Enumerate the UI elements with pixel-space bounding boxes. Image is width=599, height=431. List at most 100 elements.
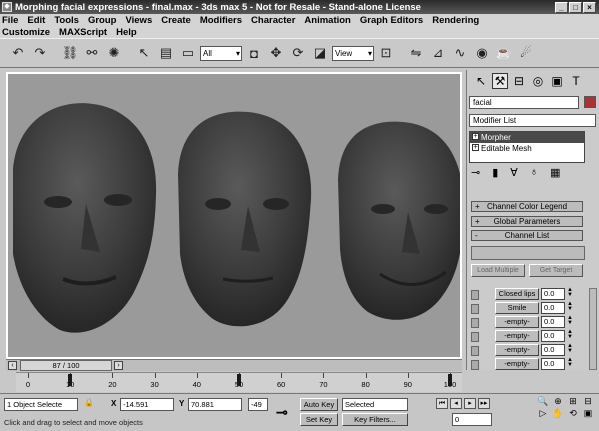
modifier-list-dropdown[interactable]: Modifier List (469, 114, 596, 127)
modifier-stack[interactable]: + Morpher + Editable Mesh (469, 131, 585, 163)
time-slider[interactable]: ‹ 87 / 100 › (6, 359, 462, 371)
channel-value[interactable]: 0.0 (541, 344, 565, 356)
spinner-icon[interactable]: ▲ ▼ (567, 343, 574, 356)
channel-value[interactable]: 0.0 (541, 316, 565, 328)
rollout-global-parameters[interactable]: + Global Parameters (471, 216, 583, 227)
spinner-icon[interactable]: ▲ ▼ (567, 315, 574, 328)
select-object-icon[interactable]: ↖ (134, 43, 154, 63)
zoom-all-icon[interactable]: ⊕ (551, 396, 565, 407)
track-bar[interactable]: 0102030405060708090100 (16, 372, 462, 392)
menu-rendering[interactable]: Rendering (432, 15, 479, 26)
pivot-center-icon[interactable]: ⊡ (376, 43, 396, 63)
select-and-rotate-icon[interactable]: ⟳ (288, 43, 308, 63)
display-tab-icon[interactable]: ▣ (549, 73, 565, 89)
select-and-link-icon[interactable]: ⛓ (60, 43, 80, 63)
select-and-move-icon[interactable]: ✥ (266, 43, 286, 63)
pan-icon[interactable]: ✋ (551, 408, 565, 419)
modify-tab-icon[interactable]: ⚒ (492, 73, 508, 89)
configure-sets-icon[interactable]: ▦ (550, 166, 560, 179)
select-and-scale-icon[interactable]: ◪ (310, 43, 330, 63)
go-to-start-icon[interactable]: ⏮ (436, 398, 448, 409)
pin-stack-icon[interactable]: ⊸ (471, 166, 480, 179)
material-editor-icon[interactable]: ◉ (472, 43, 492, 63)
menu-views[interactable]: Views (125, 15, 152, 26)
menu-modifiers[interactable]: Modifiers (200, 15, 242, 26)
head-smile[interactable] (338, 121, 462, 320)
zoom-extents-all-icon[interactable]: ⊟ (581, 396, 595, 407)
stack-item-editable-mesh[interactable]: + Editable Mesh (470, 143, 584, 154)
hierarchy-tab-icon[interactable]: ⊟ (511, 73, 527, 89)
channel-value[interactable]: 0.0 (541, 302, 565, 314)
channel-button[interactable]: Closed lips (495, 288, 539, 300)
rollout-channel-list[interactable]: - Channel List (471, 230, 583, 241)
make-unique-icon[interactable]: ∀ (510, 166, 518, 179)
next-key-icon[interactable]: ▸▸ (478, 398, 490, 409)
unlink-selection-icon[interactable]: ⚯ (82, 43, 102, 63)
menu-help[interactable]: Help (116, 27, 137, 38)
maximize-viewport-icon[interactable]: ▣ (581, 408, 595, 419)
time-slider-thumb[interactable]: 87 / 100 (20, 360, 112, 371)
spinner-icon[interactable]: ▲ ▼ (567, 301, 574, 314)
quick-render-icon[interactable]: ☄ (516, 43, 536, 63)
channel-button[interactable]: -empty- (495, 358, 539, 370)
object-name-field[interactable]: facial (469, 96, 579, 109)
arc-rotate-icon[interactable]: ⟲ (566, 408, 580, 419)
marker-list-field[interactable] (471, 246, 585, 260)
menu-maxscript[interactable]: MAXScript (59, 27, 107, 38)
channel-value[interactable]: 0.0 (541, 330, 565, 342)
reference-coordinate-dropdown[interactable]: View (332, 45, 374, 61)
previous-key-icon[interactable]: ◂ (450, 398, 462, 409)
utilities-tab-icon[interactable]: T (568, 73, 584, 89)
auto-key-button[interactable]: Auto Key (300, 398, 338, 411)
remove-modifier-icon[interactable]: ♁ (530, 166, 538, 179)
mirror-icon[interactable]: ⇋ (406, 43, 426, 63)
stack-item-morpher[interactable]: + Morpher (470, 132, 584, 143)
load-multiple-targets-button[interactable]: Load Multiple (471, 264, 525, 277)
max-app-icon[interactable]: ◆ (2, 2, 12, 12)
menu-tools[interactable]: Tools (54, 15, 79, 26)
current-frame-field[interactable]: 0 (452, 413, 492, 426)
field-of-view-icon[interactable]: ▷ (536, 408, 550, 419)
channel-scrollbar[interactable] (589, 288, 597, 370)
menu-create[interactable]: Create (161, 15, 191, 26)
key-filters-button[interactable]: Key Filters... (342, 413, 408, 426)
rollout-channel-color-legend[interactable]: + Channel Color Legend (471, 201, 583, 212)
align-icon[interactable]: ⊿ (428, 43, 448, 63)
motion-tab-icon[interactable]: ◎ (530, 73, 546, 89)
key-mode-dropdown[interactable]: Selected (342, 398, 408, 411)
show-end-result-icon[interactable]: ▮ (492, 166, 498, 179)
next-frame-icon[interactable]: › (114, 361, 123, 370)
channel-button[interactable]: Smile (495, 302, 539, 314)
menu-edit[interactable]: Edit (27, 15, 45, 26)
curve-editor-icon[interactable]: ∿ (450, 43, 470, 63)
key-icon[interactable]: ⊸ (276, 404, 288, 421)
z-coordinate-field[interactable]: -49 (248, 398, 268, 411)
create-tab-icon[interactable]: ↖ (473, 73, 489, 89)
select-by-name-icon[interactable]: ▤ (156, 43, 176, 63)
render-scene-icon[interactable]: ☕ (494, 43, 514, 63)
redo-icon[interactable]: ↷ (30, 43, 50, 63)
menu-group[interactable]: Group (88, 15, 117, 26)
channel-value[interactable]: 0.0 (541, 358, 565, 370)
set-key-button[interactable]: Set Key (300, 413, 338, 426)
zoom-extents-icon[interactable]: ⊞ (566, 396, 580, 407)
spinner-icon[interactable]: ▲ ▼ (567, 329, 574, 342)
minimize-button[interactable]: _ (555, 1, 568, 13)
previous-frame-icon[interactable]: ‹ (8, 361, 17, 370)
channel-value[interactable]: 0.0 (541, 288, 565, 300)
play-icon[interactable]: ▸ (464, 398, 476, 409)
spinner-icon[interactable]: ▲ ▼ (567, 287, 574, 300)
channel-button[interactable]: -empty- (495, 330, 539, 342)
animation-key[interactable] (68, 374, 73, 386)
x-coordinate-field[interactable]: -14.591 (120, 398, 174, 411)
menu-character[interactable]: Character (251, 15, 295, 26)
bind-to-space-warp-icon[interactable]: ✺ (104, 43, 124, 63)
maximize-button[interactable]: □ (569, 1, 582, 13)
menu-graph-editors[interactable]: Graph Editors (360, 15, 423, 26)
spinner-icon[interactable]: ▲ ▼ (567, 357, 574, 370)
head-neutral[interactable] (13, 103, 157, 333)
undo-icon[interactable]: ↶ (8, 43, 28, 63)
channel-button[interactable]: -empty- (495, 316, 539, 328)
rectangular-selection-icon[interactable]: ▭ (178, 43, 198, 63)
lock-selection-icon[interactable]: 🔒 (84, 398, 94, 407)
